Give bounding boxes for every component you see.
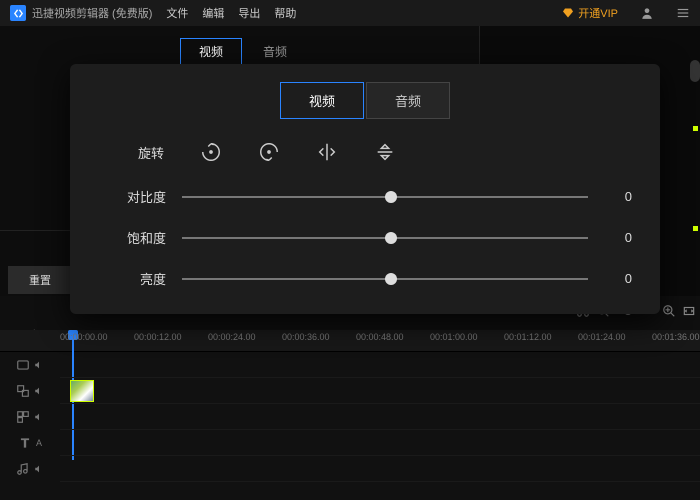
tracks: A xyxy=(0,352,700,482)
track-label-overlay[interactable] xyxy=(0,378,60,404)
dialog-tabs: 视频 音频 xyxy=(98,82,632,119)
brightness-value: 0 xyxy=(604,271,632,286)
brightness-slider[interactable] xyxy=(182,272,588,286)
titlebar: 迅捷视频剪辑器 (免费版) 文件 编辑 导出 帮助 开通VIP xyxy=(0,0,700,26)
zoom-in-icon[interactable] xyxy=(662,304,676,318)
panel-tab-video[interactable]: 视频 xyxy=(180,38,242,65)
track-labels: A xyxy=(0,352,60,482)
video-clip[interactable] xyxy=(70,380,94,402)
vip-label: 开通VIP xyxy=(578,5,618,21)
track-row[interactable] xyxy=(60,378,700,404)
menu-more-icon[interactable] xyxy=(676,6,690,20)
vip-button[interactable]: 开通VIP xyxy=(562,5,618,21)
saturation-value: 0 xyxy=(604,230,632,245)
zoom-fit-icon[interactable] xyxy=(682,304,696,318)
time-mark: 00:00:24.00 xyxy=(208,332,256,342)
track-area[interactable] xyxy=(60,352,700,482)
panel-tabs: 视频 音频 xyxy=(180,38,479,65)
rotate-ccw-icon[interactable] xyxy=(200,141,222,163)
reset-button[interactable]: 重置 xyxy=(8,266,72,294)
rotate-cw-icon[interactable] xyxy=(258,141,280,163)
adjust-dialog: 视频 音频 旋转 对比度 0 饱和度 0 亮度 xyxy=(70,64,660,314)
saturation-row: 饱和度 0 xyxy=(98,228,632,247)
time-mark: 00:00:36.00 xyxy=(282,332,330,342)
contrast-thumb[interactable] xyxy=(385,191,397,203)
track-label-mosaic[interactable] xyxy=(0,404,60,430)
saturation-thumb[interactable] xyxy=(385,232,397,244)
time-mark: 00:00:12.00 xyxy=(134,332,182,342)
flip-horizontal-icon[interactable] xyxy=(316,141,338,163)
preview-handle-top[interactable] xyxy=(693,126,698,131)
track-label-audio[interactable] xyxy=(0,456,60,482)
menu-edit[interactable]: 编辑 xyxy=(202,5,224,21)
dialog-tab-video[interactable]: 视频 xyxy=(280,82,364,119)
app-title: 迅捷视频剪辑器 (免费版) xyxy=(32,5,152,21)
dialog-tab-audio[interactable]: 音频 xyxy=(366,82,450,119)
time-ruler[interactable]: 00:00:00.00 00:00:12.00 00:00:24.00 00:0… xyxy=(0,330,700,352)
track-row[interactable] xyxy=(60,430,700,456)
preview-handle-bottom[interactable] xyxy=(693,226,698,231)
track-row[interactable] xyxy=(60,404,700,430)
track-label-text[interactable]: A xyxy=(0,430,60,456)
track-row[interactable] xyxy=(60,352,700,378)
contrast-row: 对比度 0 xyxy=(98,187,632,206)
brightness-row: 亮度 0 xyxy=(98,269,632,288)
rotate-row: 旋转 xyxy=(138,141,632,163)
flip-vertical-icon[interactable] xyxy=(374,141,396,163)
time-mark: 00:00:48.00 xyxy=(356,332,404,342)
menu-help[interactable]: 帮助 xyxy=(274,5,296,21)
timeline: 00:00:00.00 00:00:12.00 00:00:24.00 00:0… xyxy=(0,330,700,500)
diamond-icon xyxy=(562,7,574,19)
saturation-label: 饱和度 xyxy=(98,228,166,247)
time-mark: 00:01:00.00 xyxy=(430,332,478,342)
contrast-slider[interactable] xyxy=(182,190,588,204)
contrast-label: 对比度 xyxy=(98,187,166,206)
track-row[interactable] xyxy=(60,456,700,482)
rotate-label: 旋转 xyxy=(138,143,164,162)
menu-file[interactable]: 文件 xyxy=(166,5,188,21)
app-logo-icon xyxy=(10,5,26,21)
user-icon[interactable] xyxy=(640,6,654,20)
time-mark: 00:01:36.00 xyxy=(652,332,700,342)
brightness-thumb[interactable] xyxy=(385,273,397,285)
time-mark: 00:00:00.00 xyxy=(60,332,108,342)
track-label-video[interactable] xyxy=(0,352,60,378)
contrast-value: 0 xyxy=(604,189,632,204)
time-mark: 00:01:12.00 xyxy=(504,332,552,342)
scrollbar[interactable] xyxy=(690,60,700,82)
menu-export[interactable]: 导出 xyxy=(238,5,260,21)
panel-tab-audio[interactable]: 音频 xyxy=(244,38,306,65)
saturation-slider[interactable] xyxy=(182,231,588,245)
brightness-label: 亮度 xyxy=(98,269,166,288)
time-mark: 00:01:24.00 xyxy=(578,332,626,342)
